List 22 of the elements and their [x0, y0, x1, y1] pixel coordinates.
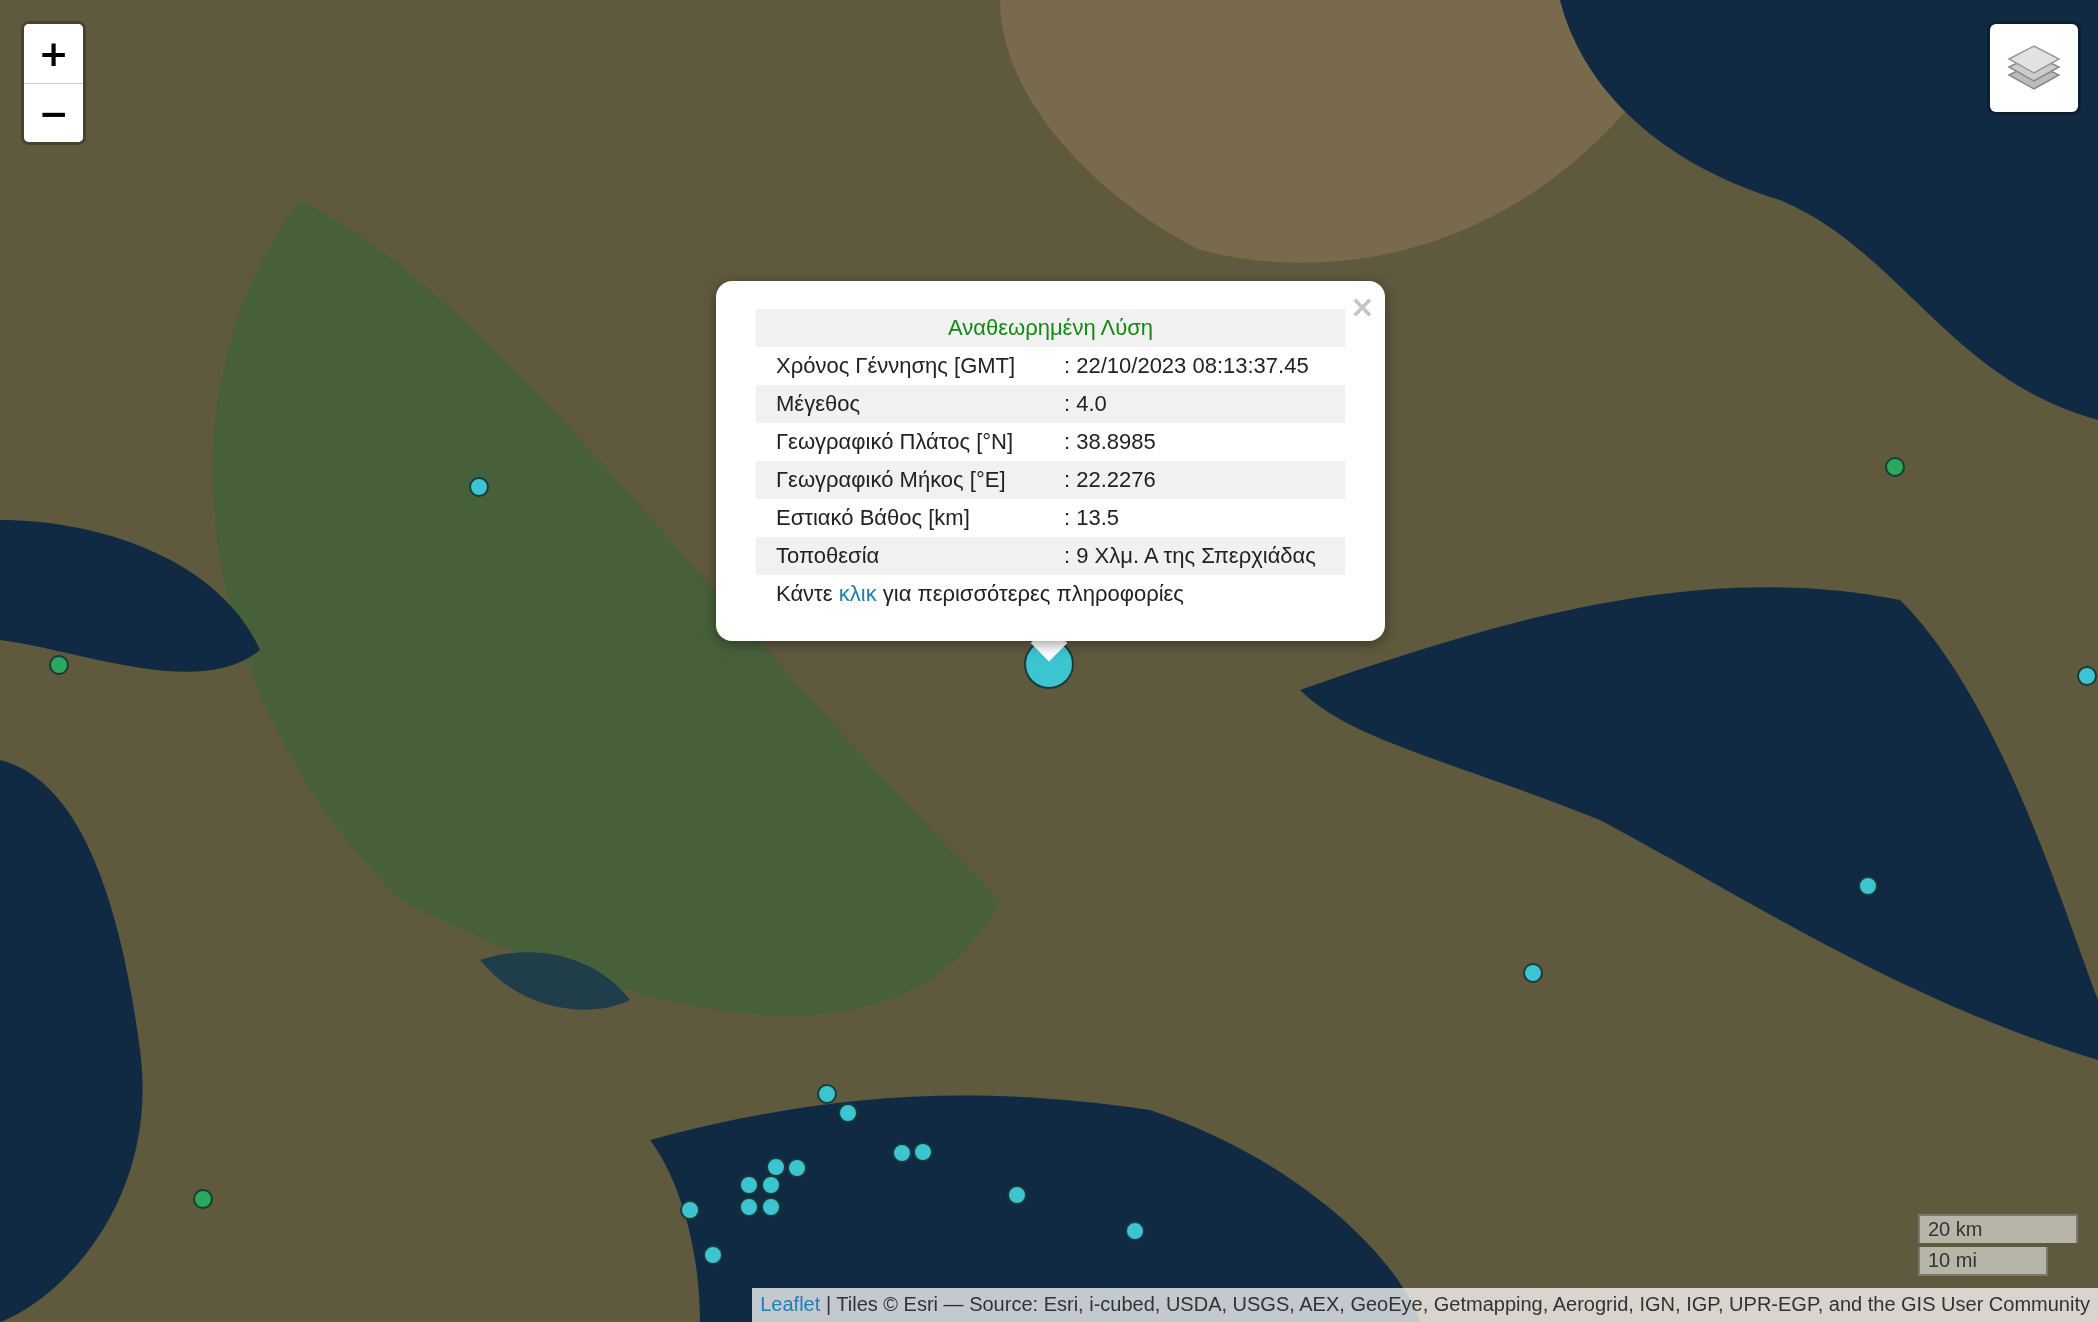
- field-value: : 22.2276: [1064, 467, 1157, 493]
- field-value: : 4.0: [1064, 391, 1108, 417]
- field-label: Εστιακό Βάθος [km]: [776, 505, 971, 531]
- attribution-text: | Tiles © Esri — Source: Esri, i-cubed, USDA, USGS, AEX, GeoEye, Getmapping, Aerogrid, IGN, IGP, UPR-EGP, and the GIS User Community: [825, 1293, 2090, 1315]
- field-value: : 38.8985: [1064, 429, 1157, 455]
- field-value: : 13.5: [1064, 505, 1121, 531]
- zoom-out-button[interactable]: −: [24, 83, 83, 142]
- field-label: Χρόνος Γέννησης [GMT]: [776, 353, 1017, 379]
- layers-icon: [2007, 43, 2061, 93]
- field-label: Μέγεθος: [776, 391, 861, 417]
- field-value: : 22/10/2023 08:13:37.45: [1064, 353, 1310, 379]
- field-label: Τοποθεσία: [776, 543, 881, 569]
- scale-bar: 20 km: [1918, 1214, 2078, 1243]
- scale-bar: 10 mi: [1918, 1247, 2048, 1276]
- more-info-link[interactable]: κλικ: [838, 581, 877, 606]
- more-info-text: Κάντε κλικ για περισσότερες πληροφορίες: [775, 580, 1185, 607]
- field-label: Γεωγραφικό Μήκος [°E]: [776, 467, 1007, 493]
- field-value: : 9 Χλμ. Α της Σπερχιάδας: [1064, 543, 1317, 569]
- field-label: Γεωγραφικό Πλάτος [°N]: [776, 429, 1015, 455]
- layers-button[interactable]: [1990, 24, 2078, 112]
- leaflet-link[interactable]: Leaflet: [760, 1293, 821, 1315]
- popup-title: Αναθεωρημένη Λύση: [756, 309, 1345, 347]
